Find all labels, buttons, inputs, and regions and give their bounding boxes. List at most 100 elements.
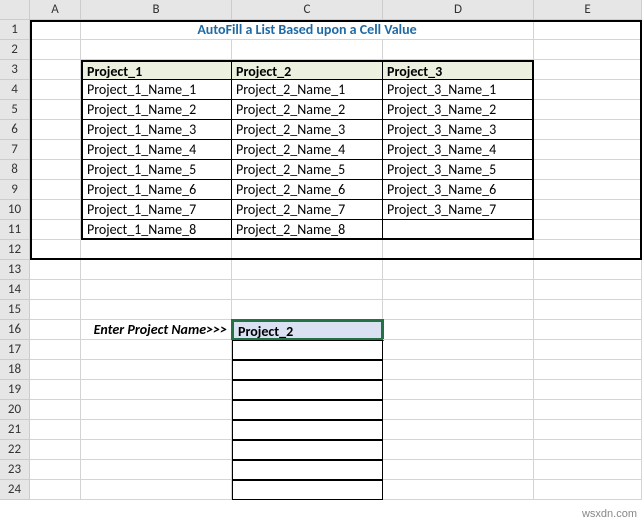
cell-C12[interactable] [232, 240, 383, 260]
cell-A11[interactable] [30, 220, 81, 240]
cell-A13[interactable] [30, 260, 81, 280]
row-header-18[interactable]: 18 [0, 360, 30, 380]
col-header-A[interactable]: A [30, 0, 81, 20]
cell-E13[interactable] [534, 260, 642, 280]
cell-C2[interactable] [232, 40, 383, 60]
col-header-C[interactable]: C [232, 0, 383, 20]
cell-B21[interactable] [81, 420, 232, 440]
cell-D2[interactable] [383, 40, 534, 60]
row-header-15[interactable]: 15 [0, 300, 30, 320]
row-header-11[interactable]: 11 [0, 220, 30, 240]
cell-A15[interactable] [30, 300, 81, 320]
cell-A18[interactable] [30, 360, 81, 380]
cell-E23[interactable] [534, 460, 642, 480]
output-cell[interactable] [232, 380, 383, 400]
cell-B17[interactable] [81, 340, 232, 360]
row-header-21[interactable]: 21 [0, 420, 30, 440]
table-cell[interactable]: Project_2_Name_2 [232, 100, 383, 120]
table-cell[interactable]: Project_1_Name_7 [81, 200, 232, 220]
cell-D18[interactable] [383, 360, 534, 380]
cell-A21[interactable] [30, 420, 81, 440]
cell-E17[interactable] [534, 340, 642, 360]
cell-D21[interactable] [383, 420, 534, 440]
cell-D15[interactable] [383, 300, 534, 320]
cell-C15[interactable] [232, 300, 383, 320]
cell-D16[interactable] [383, 320, 534, 340]
cell-A14[interactable] [30, 280, 81, 300]
cell-C14[interactable] [232, 280, 383, 300]
cell-B22[interactable] [81, 440, 232, 460]
cell-B18[interactable] [81, 360, 232, 380]
table-cell[interactable]: Project_3_Name_4 [383, 140, 534, 160]
cell-E7[interactable] [534, 140, 642, 160]
row-header-9[interactable]: 9 [0, 180, 30, 200]
cell-A10[interactable] [30, 200, 81, 220]
row-header-23[interactable]: 23 [0, 460, 30, 480]
cell-D14[interactable] [383, 280, 534, 300]
cell-B23[interactable] [81, 460, 232, 480]
output-cell[interactable] [232, 480, 383, 500]
cell-A20[interactable] [30, 400, 81, 420]
table-cell[interactable]: Project_1_Name_1 [81, 80, 232, 100]
row-header-1[interactable]: 1 [0, 20, 30, 40]
table-header-3[interactable]: Project_3 [383, 60, 534, 80]
table-header-2[interactable]: Project_2 [232, 60, 383, 80]
cell-B15[interactable] [81, 300, 232, 320]
cell-A17[interactable] [30, 340, 81, 360]
table-cell[interactable]: Project_3_Name_5 [383, 160, 534, 180]
table-cell[interactable]: Project_1_Name_3 [81, 120, 232, 140]
cell-E11[interactable] [534, 220, 642, 240]
cell-A24[interactable] [30, 480, 81, 500]
cell-D22[interactable] [383, 440, 534, 460]
cell-B14[interactable] [81, 280, 232, 300]
col-header-D[interactable]: D [383, 0, 534, 20]
cell-C13[interactable] [232, 260, 383, 280]
cell-E16[interactable] [534, 320, 642, 340]
table-header-1[interactable]: Project_1 [81, 60, 232, 80]
table-cell[interactable]: Project_3_Name_2 [383, 100, 534, 120]
table-cell[interactable]: Project_2_Name_3 [232, 120, 383, 140]
table-cell[interactable]: Project_2_Name_1 [232, 80, 383, 100]
output-cell[interactable] [232, 440, 383, 460]
row-header-20[interactable]: 20 [0, 400, 30, 420]
table-cell[interactable]: Project_1_Name_6 [81, 180, 232, 200]
table-cell[interactable]: Project_1_Name_2 [81, 100, 232, 120]
cell-E18[interactable] [534, 360, 642, 380]
cell-A16[interactable] [30, 320, 81, 340]
cell-A4[interactable] [30, 80, 81, 100]
table-cell[interactable]: Project_2_Name_8 [232, 220, 383, 240]
row-header-3[interactable]: 3 [0, 60, 30, 80]
row-header-10[interactable]: 10 [0, 200, 30, 220]
cell-D12[interactable] [383, 240, 534, 260]
cell-E4[interactable] [534, 80, 642, 100]
table-cell[interactable]: Project_2_Name_5 [232, 160, 383, 180]
cell-E5[interactable] [534, 100, 642, 120]
cell-D23[interactable] [383, 460, 534, 480]
cell-E20[interactable] [534, 400, 642, 420]
table-cell[interactable]: Project_3_Name_7 [383, 200, 534, 220]
cell-A19[interactable] [30, 380, 81, 400]
output-cell[interactable] [232, 340, 383, 360]
table-cell[interactable]: Project_1_Name_5 [81, 160, 232, 180]
table-cell[interactable]: Project_3_Name_3 [383, 120, 534, 140]
row-header-16[interactable]: 16 [0, 320, 30, 340]
cell-A6[interactable] [30, 120, 81, 140]
cell-A12[interactable] [30, 240, 81, 260]
cell-E24[interactable] [534, 480, 642, 500]
row-header-14[interactable]: 14 [0, 280, 30, 300]
cell-D13[interactable] [383, 260, 534, 280]
cell-E6[interactable] [534, 120, 642, 140]
cell-E2[interactable] [534, 40, 642, 60]
cell-A5[interactable] [30, 100, 81, 120]
table-cell[interactable]: Project_3_Name_6 [383, 180, 534, 200]
title-cell[interactable]: AutoFill a List Based upon a Cell Value [81, 20, 534, 40]
cell-B12[interactable] [81, 240, 232, 260]
output-cell[interactable] [232, 420, 383, 440]
cell-B20[interactable] [81, 400, 232, 420]
cell-A2[interactable] [30, 40, 81, 60]
row-header-7[interactable]: 7 [0, 140, 30, 160]
table-cell[interactable] [383, 220, 534, 240]
cell-A1[interactable] [30, 20, 81, 40]
cell-A8[interactable] [30, 160, 81, 180]
select-all-corner[interactable] [0, 0, 30, 20]
